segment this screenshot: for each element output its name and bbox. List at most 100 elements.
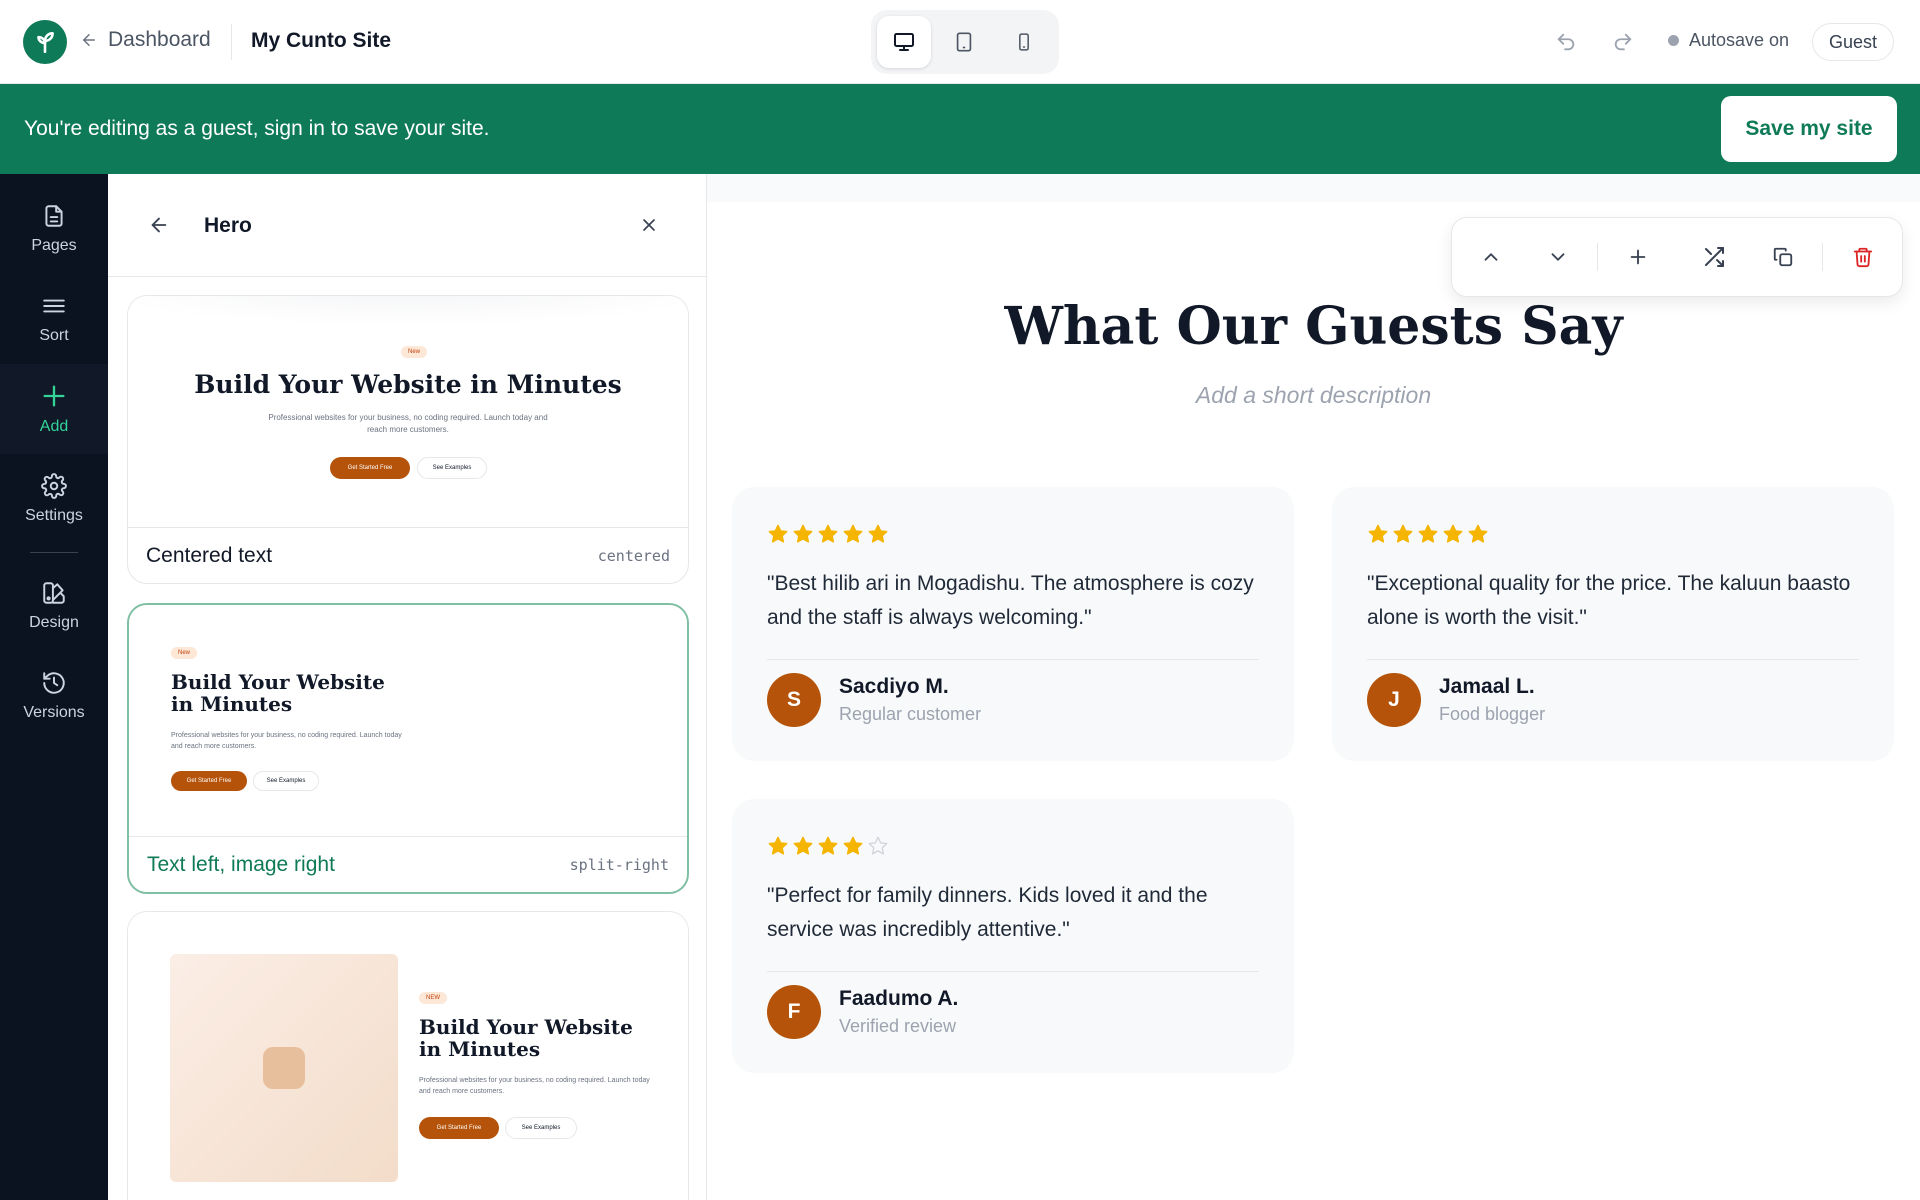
star-filled-icon	[1418, 524, 1438, 543]
undo-icon	[1557, 33, 1575, 51]
device-switcher	[871, 10, 1059, 74]
duplicate-block-button[interactable]	[1754, 227, 1813, 287]
undo-button[interactable]	[1550, 26, 1582, 58]
section-description[interactable]: Add a short description	[707, 382, 1920, 409]
star-filled-icon	[768, 524, 788, 543]
preview-badge: New	[171, 647, 198, 659]
site-name: My Cunto Site	[251, 29, 391, 52]
star-filled-icon	[868, 524, 888, 543]
app-logo[interactable]	[23, 20, 67, 64]
rail-item-design[interactable]: Design	[0, 561, 108, 651]
toolbar-divider	[1822, 243, 1824, 271]
close-icon	[643, 219, 655, 231]
rail-item-label: Settings	[25, 507, 83, 524]
section-title[interactable]: What Our Guests Say	[707, 296, 1920, 357]
star-filled-icon	[1468, 524, 1488, 543]
preview-description: Professional websites for your business,…	[268, 413, 548, 434]
trash-icon	[1853, 247, 1872, 268]
status-dot-icon	[1668, 35, 1679, 46]
layout-card-footer: Centered text centered	[128, 528, 688, 583]
tablet-view-button[interactable]	[937, 16, 991, 68]
preview-description: Professional websites for your business,…	[419, 1077, 650, 1095]
review-divider	[767, 659, 1259, 660]
review-quote: "Perfect for family dinners. Kids loved …	[767, 884, 1208, 941]
save-my-site-button[interactable]: Save my site	[1721, 96, 1897, 162]
layout-preview: New Build Your Website in Minutes Profes…	[128, 296, 688, 528]
rail-item-label: Add	[39, 418, 69, 435]
layout-preview: New Build Your Website in Minutes Profes…	[129, 605, 687, 837]
rail-item-label: Pages	[31, 237, 77, 254]
reviewer-role: Verified review	[839, 1016, 957, 1036]
back-to-dashboard-link[interactable]: Dashboard	[80, 28, 211, 52]
layout-code: centered	[597, 546, 670, 565]
layout-option-split-right[interactable]: New Build Your Website in Minutes Profes…	[127, 603, 689, 894]
review-quote: "Best hilib ari in Mogadishu. The atmosp…	[767, 572, 1254, 629]
review-card[interactable]: "Perfect for family dinners. Kids loved …	[732, 799, 1294, 1073]
layout-option-split-left[interactable]: NEW Build Your Website in Minutes Profes…	[127, 911, 689, 1200]
shuffle-layout-button[interactable]	[1685, 227, 1744, 287]
panel-close-button[interactable]	[636, 212, 662, 238]
rail-item-sort[interactable]: Sort	[0, 274, 108, 364]
star-rating	[1367, 523, 1489, 545]
shuffle-icon	[1705, 247, 1725, 267]
history-icon	[43, 672, 65, 694]
review-quote: "Exceptional quality for the price. The …	[1367, 572, 1851, 629]
delete-block-button[interactable]	[1833, 227, 1892, 287]
preview-title: Build Your Website in Minutes	[194, 370, 622, 399]
move-down-button[interactable]	[1529, 227, 1588, 287]
rail-item-add[interactable]: Add	[0, 364, 108, 454]
autosave-status: Autosave on	[1668, 30, 1789, 51]
desktop-view-button[interactable]	[877, 16, 931, 68]
preview-title: Build Your Website in Minutes	[419, 1015, 633, 1061]
redo-button[interactable]	[1607, 26, 1639, 58]
back-link-label: Dashboard	[108, 28, 211, 51]
block-toolbar	[1451, 217, 1903, 297]
star-filled-icon	[793, 836, 813, 855]
plus-icon	[1630, 249, 1645, 265]
reviewer-name: Faadumo A.	[839, 987, 959, 1010]
autosave-label: Autosave on	[1689, 30, 1790, 50]
preview-secondary-button: See Examples	[253, 771, 319, 791]
star-rating	[767, 523, 889, 545]
preview-badge: NEW	[419, 992, 447, 1004]
star-filled-icon	[768, 836, 788, 855]
star-filled-icon	[793, 524, 813, 543]
add-block-button[interactable]	[1608, 227, 1667, 287]
preview-badge: New	[401, 346, 428, 358]
move-up-button[interactable]	[1462, 227, 1521, 287]
guest-account-button[interactable]: Guest	[1812, 23, 1895, 61]
desktop-icon	[894, 33, 914, 51]
mobile-view-button[interactable]	[997, 16, 1051, 68]
layout-option-centered[interactable]: New Build Your Website in Minutes Profes…	[127, 295, 689, 584]
star-filled-icon	[818, 524, 838, 543]
preview-primary-button: Get Started Free	[419, 1117, 499, 1139]
reviewer-role: Food blogger	[1439, 704, 1546, 724]
rail-item-pages[interactable]: Pages	[0, 184, 108, 274]
palette-icon	[43, 582, 65, 604]
preview-primary-button: Get Started Free	[171, 771, 247, 791]
review-card[interactable]: "Best hilib ari in Mogadishu. The atmosp…	[732, 487, 1294, 761]
layout-name: Text left, image right	[147, 852, 335, 876]
review-divider	[767, 971, 1259, 972]
review-card[interactable]: "Exceptional quality for the price. The …	[1332, 487, 1894, 761]
tablet-icon	[956, 32, 972, 52]
star-filled-icon	[1368, 524, 1388, 543]
top-bar: Dashboard My Cunto Site Autosave on Gues…	[0, 0, 1920, 84]
layout-name: Centered text	[146, 543, 273, 567]
chevron-down-icon	[1551, 253, 1565, 261]
layout-code: split-right	[569, 855, 669, 874]
menu-icon	[43, 299, 65, 313]
avatar: F	[767, 985, 821, 1039]
preview-secondary-button: See Examples	[505, 1117, 577, 1139]
guest-banner: You're editing as a guest, sign in to sa…	[0, 84, 1920, 174]
image-placeholder-icon	[263, 1047, 305, 1089]
plus-icon	[43, 385, 65, 407]
rail-item-versions[interactable]: Versions	[0, 651, 108, 741]
file-icon	[45, 205, 63, 227]
panel-header: Hero	[108, 174, 706, 277]
panel-back-button[interactable]	[146, 212, 172, 238]
review-divider	[1367, 659, 1859, 660]
rail-item-settings[interactable]: Settings	[0, 454, 108, 544]
guest-banner-text: You're editing as a guest, sign in to sa…	[24, 117, 490, 140]
divider	[231, 24, 232, 60]
